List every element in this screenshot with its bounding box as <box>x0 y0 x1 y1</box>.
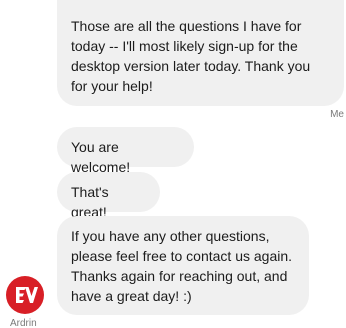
agent-message-text: If you have any other questions, please … <box>71 228 293 304</box>
chat-transcript: Those are all the questions I have for t… <box>0 0 346 328</box>
agent-message-text: You are welcome! <box>71 139 131 175</box>
expressvpn-logo-icon <box>6 276 44 314</box>
agent-message-bubble: If you have any other questions, please … <box>57 216 309 315</box>
agent-sender-label: Ardrin <box>10 318 37 328</box>
agent-message-bubble: You are welcome! <box>57 127 194 175</box>
my-sender-label: Me <box>330 109 344 120</box>
my-message-text: Those are all the questions I have for t… <box>71 18 311 94</box>
my-message-bubble: Those are all the questions I have for t… <box>57 0 344 106</box>
agent-message-text: That's great! <box>71 184 109 220</box>
agent-message-bubble: That's great! <box>57 172 160 220</box>
